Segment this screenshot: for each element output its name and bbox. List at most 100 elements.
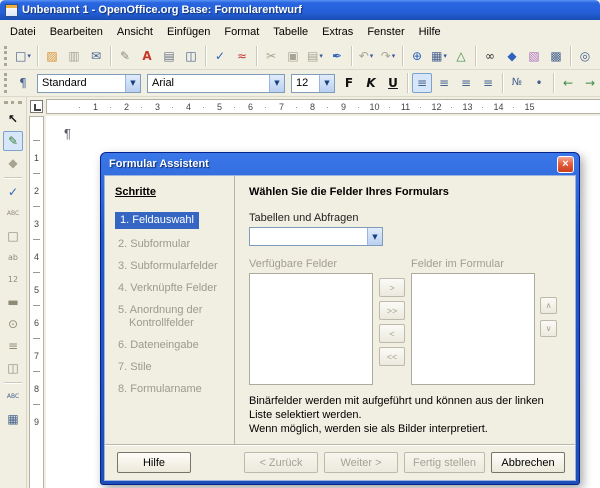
toolbar-grip[interactable] xyxy=(4,73,8,93)
autospellcheck-button[interactable]: ≈ xyxy=(232,46,252,66)
wizard-step-6[interactable]: 6. Dateneingabe xyxy=(115,339,226,352)
formatted-field-button[interactable]: 12 xyxy=(3,270,23,290)
finish-button[interactable]: Fertig stellen xyxy=(404,452,485,473)
menu-item-hilfe[interactable]: Hilfe xyxy=(412,23,448,41)
move-up-button[interactable]: ∧ xyxy=(540,297,557,314)
pdf-export-button[interactable]: A xyxy=(137,46,157,66)
numbered-list-button[interactable]: № xyxy=(507,73,527,93)
underline-button[interactable]: U xyxy=(383,73,403,93)
fields-in-form-listbox[interactable] xyxy=(411,273,535,385)
wizard-step-8[interactable]: 8. Formularname xyxy=(115,383,226,396)
check-box-button[interactable]: ✓ xyxy=(3,182,23,202)
dropdown-arrow-icon[interactable]: ▾ xyxy=(392,52,396,60)
menu-item-format[interactable]: Format xyxy=(217,23,266,41)
font-size-combobox[interactable]: 12▼ xyxy=(291,74,335,93)
vertical-ruler[interactable]: 123456789 xyxy=(27,116,46,488)
move-all-left-button[interactable]: << xyxy=(379,347,405,366)
email-button[interactable]: ✉ xyxy=(86,46,106,66)
navigator-button[interactable]: ◆ xyxy=(502,46,522,66)
cut-button[interactable]: ✂ xyxy=(261,46,281,66)
group-box-button[interactable]: □ xyxy=(3,226,23,246)
bold-button[interactable]: F xyxy=(339,73,359,93)
control-wizard-button[interactable]: ◆ xyxy=(3,153,23,173)
chevron-down-icon[interactable]: ▼ xyxy=(269,75,284,92)
next-button[interactable]: Weiter > xyxy=(324,452,398,473)
dropdown-arrow-icon[interactable]: ▾ xyxy=(319,52,323,60)
wizard-step-1[interactable]: 1. Feldauswahl xyxy=(115,212,199,229)
form-design-button[interactable]: ▦ xyxy=(3,409,23,429)
dropdown-arrow-icon[interactable]: ▾ xyxy=(370,52,374,60)
select-button[interactable]: ↖ xyxy=(3,109,23,129)
dialog-titlebar[interactable]: Formular Assistent × xyxy=(104,153,576,175)
wizard-step-4[interactable]: 4. Verknüpfte Felder xyxy=(115,282,226,295)
dropdown-arrow-icon[interactable]: ▾ xyxy=(27,52,31,60)
label-field-button[interactable]: ABC xyxy=(3,204,23,224)
toolbar-grip[interactable] xyxy=(4,101,22,105)
zoom-button[interactable]: ◎ xyxy=(575,46,595,66)
move-all-right-button[interactable]: >> xyxy=(379,301,405,320)
design-mode-button[interactable]: ✎ xyxy=(3,131,23,151)
increase-indent-button[interactable]: → xyxy=(580,73,600,93)
find-replace-button[interactable]: ∞ xyxy=(480,46,500,66)
new-document-button[interactable]: □▾ xyxy=(13,46,33,66)
help-button[interactable]: Hilfe xyxy=(117,452,191,473)
spellcheck-button[interactable]: ✓ xyxy=(210,46,230,66)
gallery-button[interactable]: ▧ xyxy=(524,46,544,66)
table-button[interactable]: ▦▾ xyxy=(429,46,449,66)
redo-button[interactable]: ↷▾ xyxy=(378,46,398,66)
push-button[interactable]: ▬ xyxy=(3,292,23,312)
tab-stop-selector[interactable] xyxy=(30,100,43,113)
wizard-step-2[interactable]: 2. Subformular xyxy=(115,238,226,251)
cancel-button[interactable]: Abbrechen xyxy=(491,452,565,473)
chevron-down-icon[interactable]: ▼ xyxy=(367,228,382,245)
copy-button[interactable]: ▣ xyxy=(283,46,303,66)
page-preview-button[interactable]: ◫ xyxy=(181,46,201,66)
move-right-button[interactable]: > xyxy=(379,278,405,297)
list-box-button[interactable]: ≡ xyxy=(3,336,23,356)
move-left-button[interactable]: < xyxy=(379,324,405,343)
move-down-button[interactable]: ∨ xyxy=(540,320,557,337)
menu-item-ansicht[interactable]: Ansicht xyxy=(110,23,160,41)
menu-item-extras[interactable]: Extras xyxy=(315,23,360,41)
paste-button[interactable]: ▤▾ xyxy=(305,46,325,66)
more-controls-button[interactable]: ABC xyxy=(3,387,23,407)
available-fields-listbox[interactable] xyxy=(249,273,373,385)
combo-box-button[interactable]: ◫ xyxy=(3,358,23,378)
chevron-down-icon[interactable]: ▼ xyxy=(125,75,140,92)
chevron-down-icon[interactable]: ▼ xyxy=(319,75,334,92)
decrease-indent-button[interactable]: ← xyxy=(558,73,578,93)
save-button[interactable]: ▥ xyxy=(64,46,84,66)
window-titlebar[interactable]: Unbenannt 1 - OpenOffice.org Base: Formu… xyxy=(0,0,600,20)
bullet-list-button[interactable]: • xyxy=(529,73,549,93)
draw-functions-button[interactable]: △ xyxy=(451,46,471,66)
menu-item-datei[interactable]: Datei xyxy=(3,23,43,41)
option-button[interactable]: ⊙ xyxy=(3,314,23,334)
align-justify-button[interactable]: ≡ xyxy=(478,73,498,93)
font-name-combobox[interactable]: Arial▼ xyxy=(147,74,285,93)
print-button[interactable]: ▤ xyxy=(159,46,179,66)
paragraph-style-combobox[interactable]: Standard▼ xyxy=(37,74,141,93)
format-paintbrush-button[interactable]: ✒ xyxy=(327,46,347,66)
wizard-step-3[interactable]: 3. Subformularfelder xyxy=(115,260,226,273)
italic-button[interactable]: K xyxy=(361,73,381,93)
undo-button[interactable]: ↶▾ xyxy=(356,46,376,66)
toolbar-grip[interactable] xyxy=(4,46,8,66)
text-box-button[interactable]: ab xyxy=(3,248,23,268)
styles-window-button[interactable]: ¶ xyxy=(13,73,33,93)
hyperlink-button[interactable]: ⊕ xyxy=(407,46,427,66)
dropdown-arrow-icon[interactable]: ▾ xyxy=(443,52,447,60)
menu-item-bearbeiten[interactable]: Bearbeiten xyxy=(43,23,110,41)
align-left-button[interactable]: ≡ xyxy=(412,73,432,93)
menu-item-einfuegen[interactable]: Einfügen xyxy=(160,23,217,41)
back-button[interactable]: < Zurück xyxy=(244,452,318,473)
open-button[interactable]: ▨ xyxy=(42,46,62,66)
align-center-button[interactable]: ≡ xyxy=(434,73,454,93)
tables-queries-combobox[interactable]: ▼ xyxy=(249,227,383,246)
horizontal-ruler[interactable]: 123456789101112131415 xyxy=(46,99,600,114)
wizard-step-7[interactable]: 7. Stile xyxy=(115,361,226,374)
align-right-button[interactable]: ≡ xyxy=(456,73,476,93)
menu-item-tabelle[interactable]: Tabelle xyxy=(266,23,315,41)
menu-item-fenster[interactable]: Fenster xyxy=(360,23,411,41)
edit-file-button[interactable]: ✎ xyxy=(115,46,135,66)
wizard-step-5[interactable]: 5. Anordnung der Kontrollfelder xyxy=(115,304,226,330)
